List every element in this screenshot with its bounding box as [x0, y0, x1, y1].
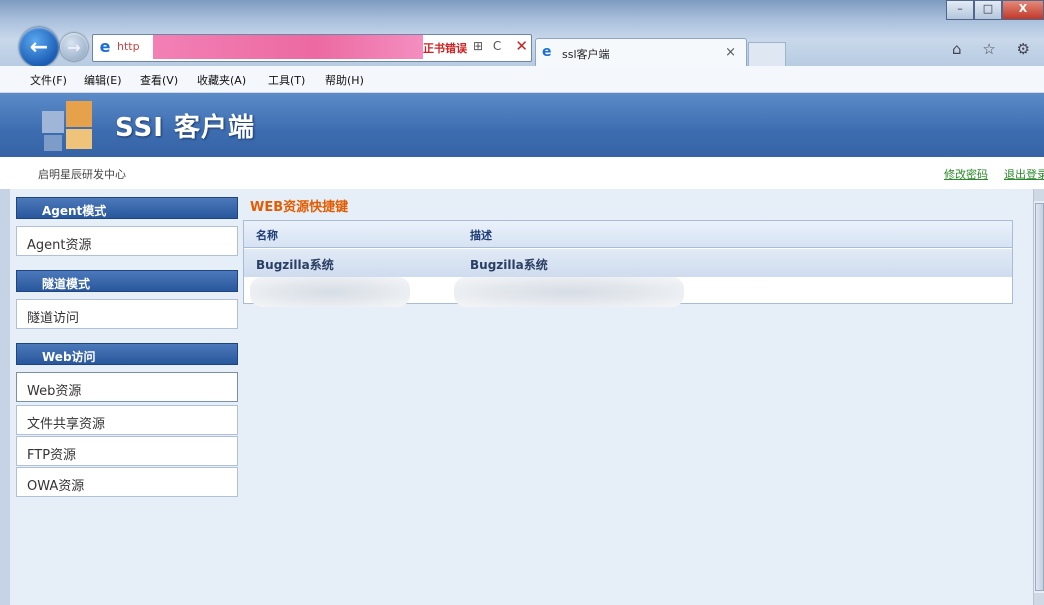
page-title: WEB资源快捷键	[250, 200, 349, 215]
back-button[interactable]: ←	[19, 27, 59, 67]
scroll-up-button[interactable]	[1034, 189, 1044, 201]
sidebar-item-web-resources[interactable]: Web资源	[16, 372, 238, 402]
tab-ie-icon: e	[542, 44, 552, 60]
sidebar-item-owa-resources[interactable]: OWA资源	[16, 467, 238, 497]
tab-label: ssl客户端	[562, 48, 610, 61]
menu-tools[interactable]: 工具(T)	[268, 72, 305, 88]
row-name-cell[interactable]: Bugzilla系统	[256, 256, 334, 273]
change-password-link[interactable]: 修改密码	[944, 166, 988, 182]
menu-help[interactable]: 帮助(H)	[325, 72, 364, 88]
organization-name: 启明星辰研发中心	[38, 168, 126, 181]
redacted-cell	[250, 277, 410, 307]
app-title: SSI 客户端	[115, 113, 256, 143]
browser-tab[interactable]: e ssl客户端 ×	[535, 38, 747, 67]
window-controls: – □ X	[946, 0, 1044, 20]
browser-titlebar: ← → e http 正书错误 ⊞ C ✕ e ssl客户端 × – □ X ⌂…	[0, 0, 1044, 67]
scroll-down-button[interactable]	[1034, 593, 1044, 605]
ie-icon: e	[99, 37, 111, 56]
close-button[interactable]: X	[1002, 0, 1044, 20]
redacted-cell	[454, 277, 684, 307]
menu-favorites[interactable]: 收藏夹(A)	[197, 72, 246, 88]
logout-link[interactable]: 退出登录	[1004, 166, 1044, 182]
row-description-cell: Bugzilla系统	[470, 258, 548, 272]
sidebar-item-ftp-resources[interactable]: FTP资源	[16, 436, 238, 466]
menu-edit[interactable]: 编辑(E)	[84, 72, 122, 88]
forward-button[interactable]: →	[60, 33, 88, 61]
info-bar: 启明星辰研发中心 修改密码 退出登录	[0, 157, 1044, 190]
left-border	[0, 189, 10, 605]
menu-file[interactable]: 文件(F)	[30, 72, 67, 88]
new-tab-button[interactable]	[748, 42, 786, 67]
column-name-header: 名称	[256, 229, 278, 242]
logo-icon	[42, 97, 102, 153]
resource-table: 名称 描述 Bugzilla系统 Bugzilla系统	[243, 220, 1013, 307]
app-header: SSI 客户端	[0, 93, 1044, 157]
vertical-scrollbar[interactable]	[1033, 189, 1044, 605]
menu-view[interactable]: 查看(V)	[140, 72, 178, 88]
menu-bar: 文件(F) 编辑(E) 查看(V) 收藏夹(A) 工具(T) 帮助(H)	[0, 66, 1044, 93]
scroll-thumb[interactable]	[1035, 203, 1044, 591]
address-bar[interactable]: e http 正书错误 ⊞ C ✕	[92, 34, 532, 62]
address-controls[interactable]: ⊞ C	[473, 39, 504, 53]
column-description-header: 描述	[470, 229, 492, 242]
minimize-button[interactable]: –	[946, 0, 974, 20]
sidebar-item-file-share-resources[interactable]: 文件共享资源	[16, 405, 238, 435]
section-tunnel-mode: 隧道模式	[16, 270, 238, 292]
table-header: 名称 描述	[244, 221, 1012, 248]
section-web-access: Web访问	[16, 343, 238, 365]
sidebar-item-agent-resources[interactable]: Agent资源	[16, 226, 238, 256]
stop-icon[interactable]: ✕	[515, 37, 528, 55]
sidebar-item-tunnel-access[interactable]: 隧道访问	[16, 299, 238, 329]
table-row[interactable]: Bugzilla系统 Bugzilla系统	[244, 249, 1012, 277]
section-agent-mode: Agent模式	[16, 197, 238, 219]
home-favorites-tools-icons[interactable]: ⌂ ☆ ⚙	[952, 40, 1038, 58]
address-url: http	[117, 40, 140, 53]
certificate-error[interactable]: 正书错误	[423, 40, 467, 56]
maximize-button[interactable]: □	[974, 0, 1002, 20]
tab-close-icon[interactable]: ×	[725, 45, 736, 60]
back-arrow-icon: ←	[29, 34, 49, 60]
address-redacted	[153, 35, 423, 59]
forward-arrow-icon: →	[67, 37, 81, 57]
